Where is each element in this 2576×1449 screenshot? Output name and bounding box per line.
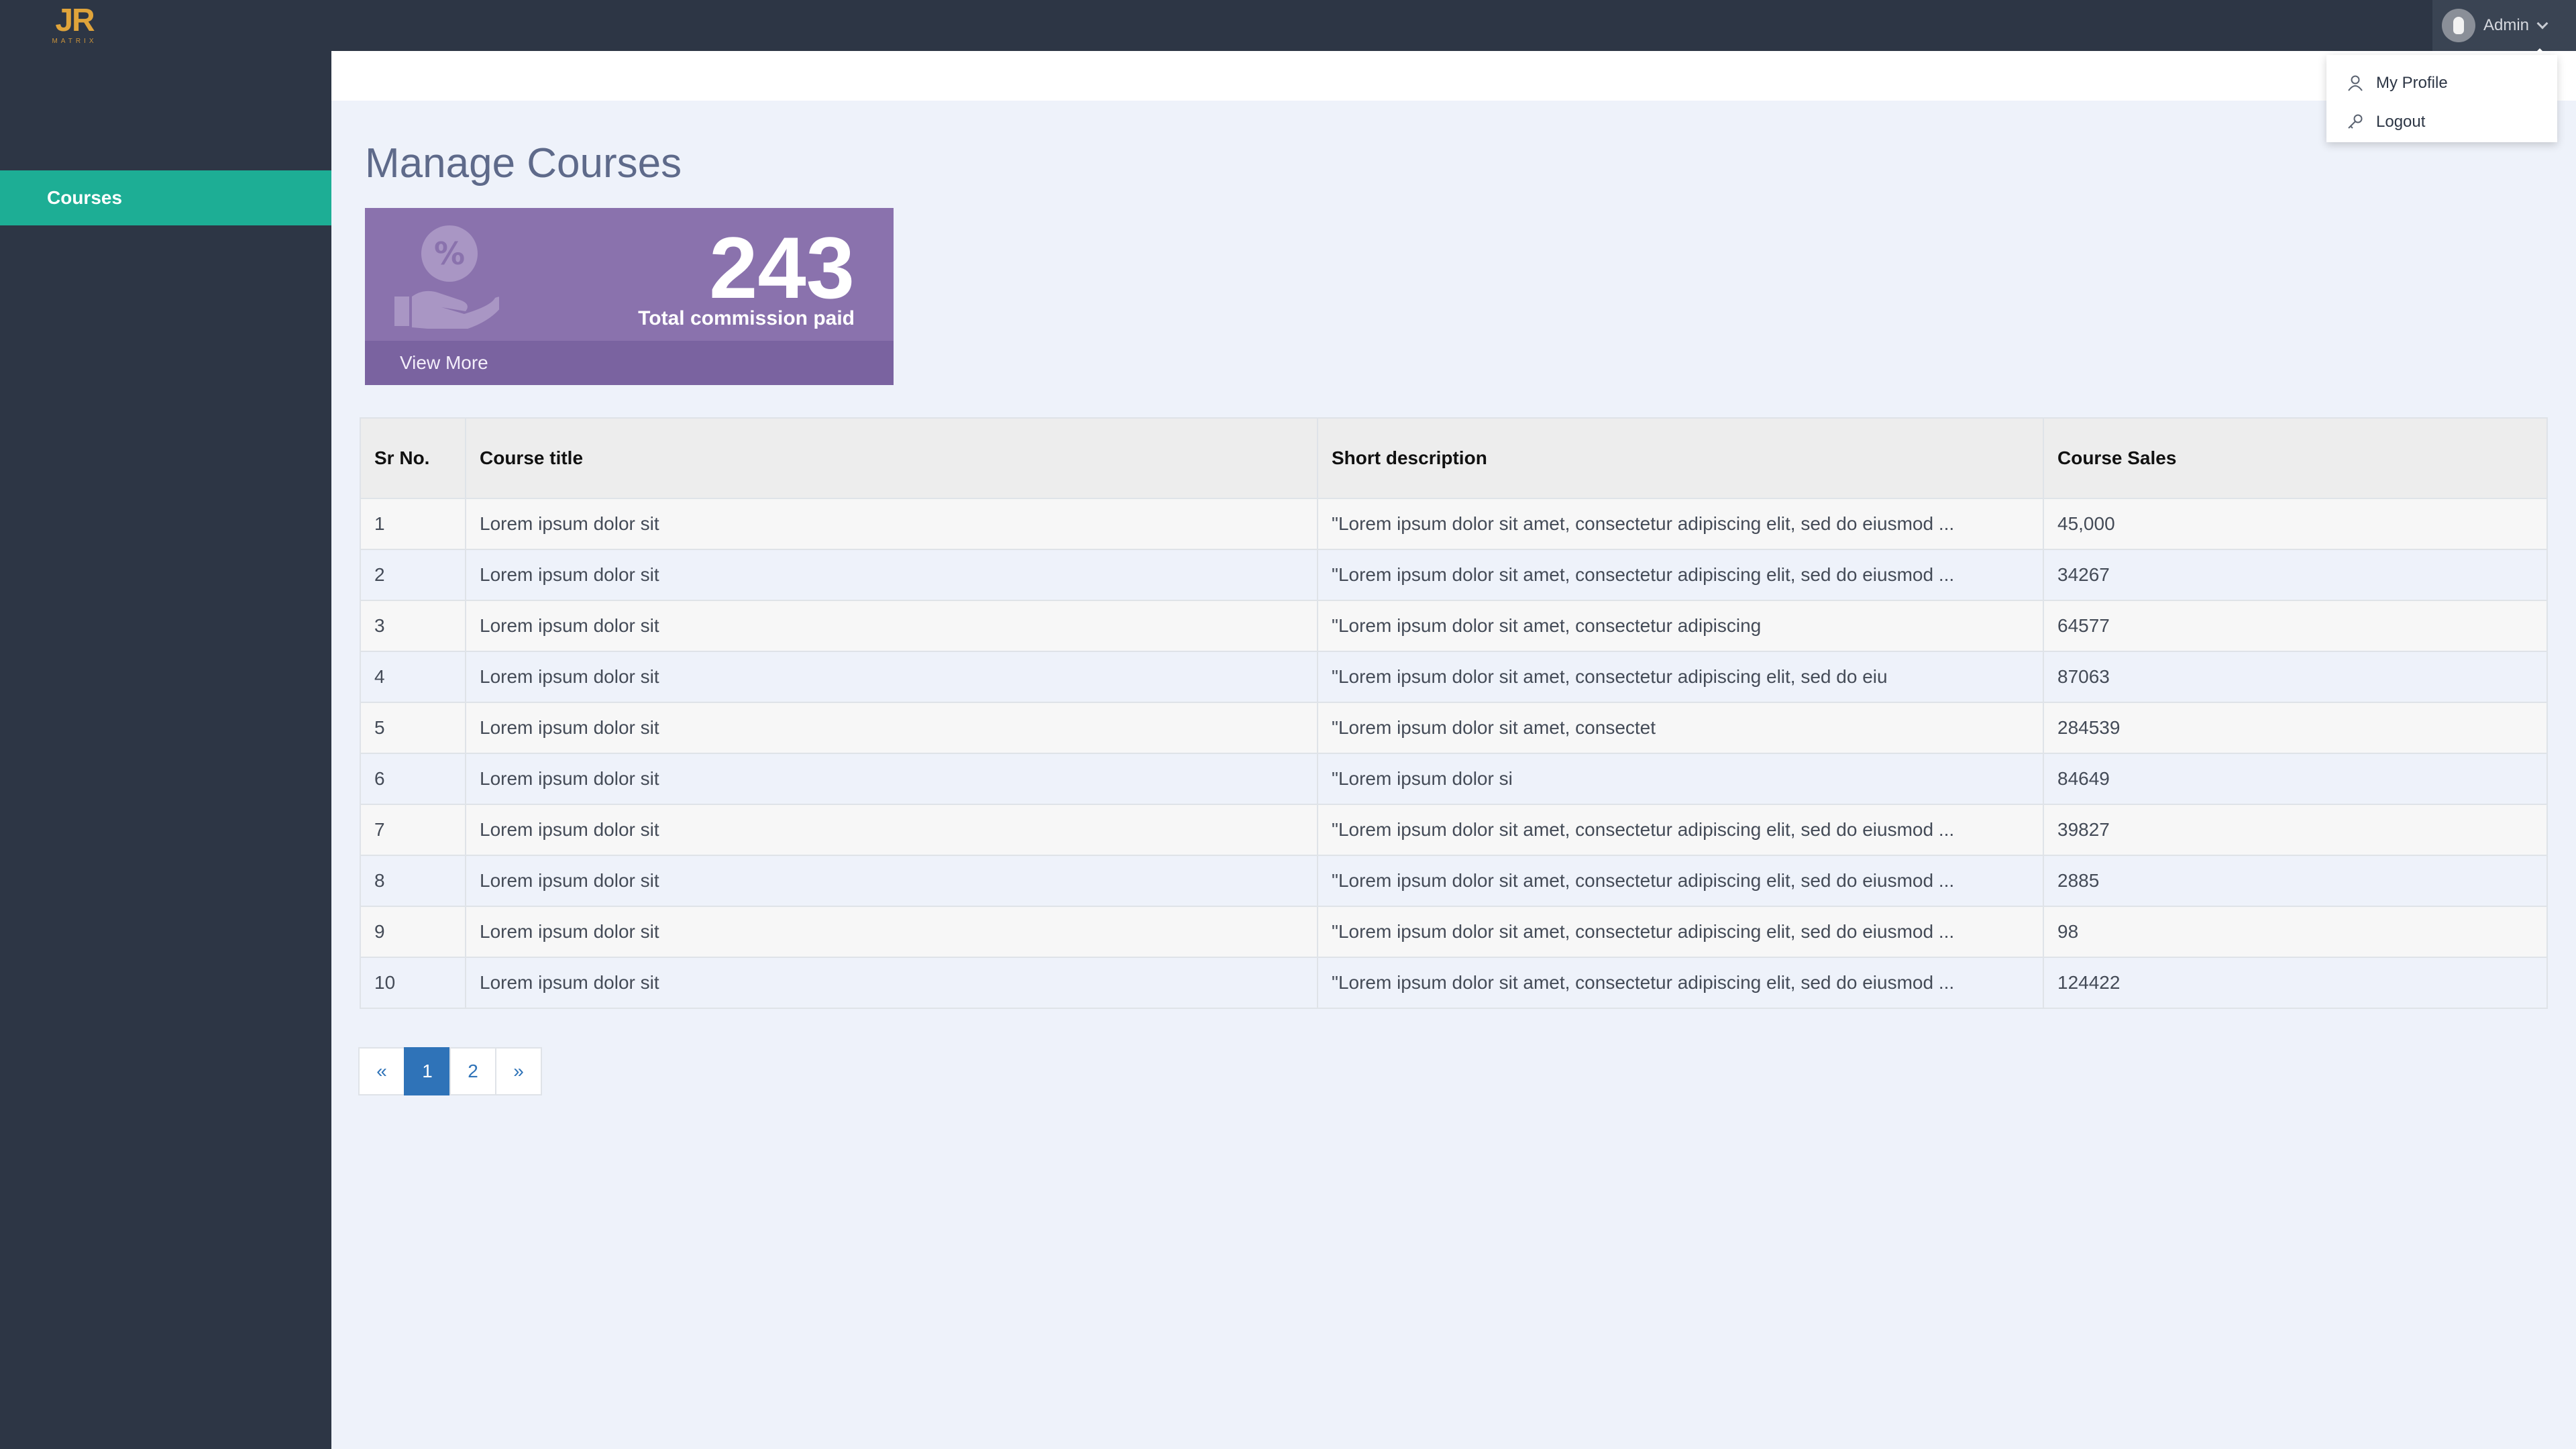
- table-row[interactable]: 2 Lorem ipsum dolor sit "Lorem ipsum dol…: [360, 549, 2548, 601]
- cell-sr-no: 1: [360, 498, 466, 550]
- pagination-page-1[interactable]: 1: [404, 1047, 451, 1095]
- brand-logo[interactable]: JR MATRIX: [44, 4, 105, 47]
- table-row[interactable]: 4 Lorem ipsum dolor sit "Lorem ipsum dol…: [360, 651, 2548, 703]
- cell-sr-no: 8: [360, 855, 466, 907]
- pagination-next[interactable]: »: [495, 1047, 542, 1095]
- cell-course-title: Lorem ipsum dolor sit: [465, 549, 1318, 601]
- sidebar-item-label: Courses: [47, 187, 123, 208]
- view-more-link[interactable]: View More: [365, 341, 894, 385]
- dropdown-item-label: Logout: [2376, 113, 2426, 131]
- logo-subtext: MATRIX: [52, 38, 97, 45]
- stat-card: % 243 Total commission paid View More: [365, 208, 894, 385]
- cell-course-sales: 87063: [2043, 651, 2548, 703]
- column-header-course-title[interactable]: Course title: [465, 417, 1318, 499]
- avatar: [2442, 9, 2475, 42]
- view-more-label: View More: [400, 352, 488, 373]
- table-row[interactable]: 10 Lorem ipsum dolor sit "Lorem ipsum do…: [360, 957, 2548, 1009]
- table-row[interactable]: 7 Lorem ipsum dolor sit "Lorem ipsum dol…: [360, 804, 2548, 856]
- cell-course-sales: 45,000: [2043, 498, 2548, 550]
- column-header-sr-no[interactable]: Sr No.: [360, 417, 466, 499]
- user-dropdown-menu: My Profile Logout: [2326, 55, 2557, 142]
- dropdown-item-my-profile[interactable]: My Profile: [2347, 74, 2448, 93]
- stat-value: 243: [709, 219, 855, 317]
- cell-sr-no: 5: [360, 702, 466, 754]
- user-icon: [2348, 75, 2363, 91]
- pagination-page-2[interactable]: 2: [449, 1047, 496, 1095]
- sub-header-bar: [331, 51, 2576, 101]
- cell-course-sales: 64577: [2043, 600, 2548, 652]
- logo-mark: JR: [55, 3, 95, 38]
- cell-course-sales: 2885: [2043, 855, 2548, 907]
- table-row[interactable]: 5 Lorem ipsum dolor sit "Lorem ipsum dol…: [360, 702, 2548, 754]
- cell-course-title: Lorem ipsum dolor sit: [465, 753, 1318, 805]
- table-row[interactable]: 6 Lorem ipsum dolor sit "Lorem ipsum dol…: [360, 753, 2548, 805]
- cell-short-description: "Lorem ipsum dolor sit amet, consectetur…: [1317, 804, 2044, 856]
- cell-short-description: "Lorem ipsum dolor sit amet, consectetur…: [1317, 549, 2044, 601]
- cell-short-description: "Lorem ipsum dolor sit amet, consectet: [1317, 702, 2044, 754]
- column-header-course-sales[interactable]: Course Sales: [2043, 417, 2548, 499]
- column-header-short-description[interactable]: Short description: [1317, 417, 2044, 499]
- sidebar: Courses: [0, 51, 331, 1449]
- dropdown-item-logout[interactable]: Logout: [2347, 113, 2425, 131]
- cell-course-title: Lorem ipsum dolor sit: [465, 906, 1318, 958]
- key-icon: [2348, 114, 2363, 129]
- cell-course-title: Lorem ipsum dolor sit: [465, 804, 1318, 856]
- cell-course-sales: 84649: [2043, 753, 2548, 805]
- commission-hand-icon: %: [392, 221, 504, 332]
- cell-course-title: Lorem ipsum dolor sit: [465, 702, 1318, 754]
- cell-course-title: Lorem ipsum dolor sit: [465, 600, 1318, 652]
- page-title: Manage Courses: [365, 140, 682, 186]
- table-header-row: Sr No. Course title Short description Co…: [360, 417, 2548, 499]
- courses-table: Sr No. Course title Short description Co…: [360, 417, 2548, 1009]
- cell-sr-no: 9: [360, 906, 466, 958]
- chevron-down-icon: [2536, 17, 2548, 30]
- cell-course-sales: 39827: [2043, 804, 2548, 856]
- cell-short-description: "Lorem ipsum dolor sit amet, consectetur…: [1317, 498, 2044, 550]
- cell-sr-no: 2: [360, 549, 466, 601]
- table-row[interactable]: 8 Lorem ipsum dolor sit "Lorem ipsum dol…: [360, 855, 2548, 907]
- cell-course-sales: 34267: [2043, 549, 2548, 601]
- svg-text:%: %: [434, 235, 465, 272]
- cell-sr-no: 4: [360, 651, 466, 703]
- dropdown-caret: [2533, 48, 2546, 55]
- cell-course-sales: 98: [2043, 906, 2548, 958]
- table-row[interactable]: 9 Lorem ipsum dolor sit "Lorem ipsum dol…: [360, 906, 2548, 958]
- cell-course-sales: 124422: [2043, 957, 2548, 1009]
- cell-sr-no: 3: [360, 600, 466, 652]
- cell-course-sales: 284539: [2043, 702, 2548, 754]
- user-name: Admin: [2483, 16, 2530, 34]
- cell-short-description: "Lorem ipsum dolor sit amet, consectetur…: [1317, 906, 2044, 958]
- cell-short-description: "Lorem ipsum dolor sit amet, consectetur…: [1317, 957, 2044, 1009]
- cell-short-description: "Lorem ipsum dolor sit amet, consectetur…: [1317, 651, 2044, 703]
- sidebar-item-courses[interactable]: Courses: [0, 170, 331, 225]
- stat-label: Total commission paid: [638, 307, 855, 329]
- top-navbar: JR MATRIX Admin: [0, 0, 2576, 51]
- cell-short-description: "Lorem ipsum dolor sit amet, consectetur…: [1317, 855, 2044, 907]
- cell-course-title: Lorem ipsum dolor sit: [465, 855, 1318, 907]
- pagination: « 1 2 »: [358, 1047, 542, 1095]
- table-row[interactable]: 1 Lorem ipsum dolor sit "Lorem ipsum dol…: [360, 498, 2548, 550]
- cell-course-title: Lorem ipsum dolor sit: [465, 498, 1318, 550]
- cell-sr-no: 7: [360, 804, 466, 856]
- cell-sr-no: 6: [360, 753, 466, 805]
- pagination-prev[interactable]: «: [358, 1047, 405, 1095]
- dropdown-item-label: My Profile: [2376, 74, 2448, 92]
- cell-short-description: "Lorem ipsum dolor si: [1317, 753, 2044, 805]
- cell-short-description: "Lorem ipsum dolor sit amet, consectetur…: [1317, 600, 2044, 652]
- cell-course-title: Lorem ipsum dolor sit: [465, 957, 1318, 1009]
- cell-sr-no: 10: [360, 957, 466, 1009]
- cell-course-title: Lorem ipsum dolor sit: [465, 651, 1318, 703]
- table-row[interactable]: 3 Lorem ipsum dolor sit "Lorem ipsum dol…: [360, 600, 2548, 652]
- user-menu-toggle[interactable]: Admin: [2432, 0, 2576, 51]
